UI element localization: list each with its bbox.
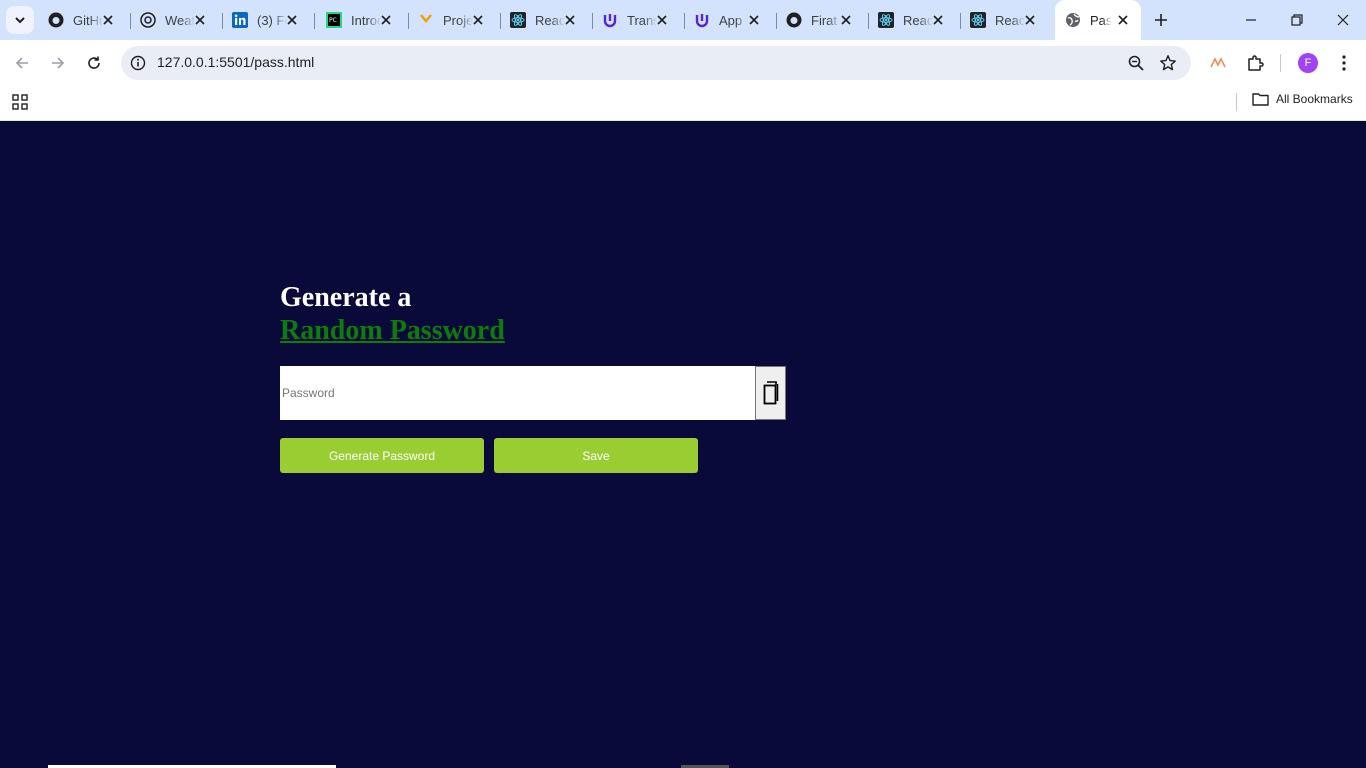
tab-5[interactable]: React [500, 6, 593, 34]
close-icon[interactable] [192, 12, 208, 28]
openai-icon [140, 12, 156, 28]
page-content: Generate a Random Password Generate Pass… [0, 121, 1366, 768]
tab-title: Weather [165, 12, 195, 28]
tab-title: React [903, 12, 933, 28]
minimize-icon [1246, 19, 1256, 21]
close-icon[interactable] [284, 12, 300, 28]
site-info-icon[interactable] [129, 54, 147, 72]
folder-icon [1252, 93, 1269, 106]
extension-icon[interactable] [1207, 52, 1229, 74]
close-icon[interactable] [1022, 12, 1038, 28]
reload-button[interactable] [82, 51, 106, 75]
close-icon[interactable] [838, 12, 854, 28]
apps-grid-icon[interactable] [11, 93, 29, 111]
close-icon[interactable] [746, 12, 762, 28]
tab-1[interactable]: Weather [130, 6, 223, 34]
heading-line-1: Generate a [280, 282, 412, 313]
menu-kebab-icon[interactable] [1333, 52, 1355, 74]
copy-icon [763, 381, 778, 405]
save-button[interactable]: Save [494, 438, 698, 473]
bookmarks-divider [1236, 93, 1237, 111]
page-heading: Generate a Random Password [280, 281, 505, 347]
restore-icon [1291, 14, 1303, 26]
close-icon[interactable] [654, 12, 670, 28]
generate-password-button[interactable]: Generate Password [280, 438, 484, 473]
back-button[interactable] [10, 51, 34, 75]
tab-0[interactable]: GitHub [38, 6, 131, 34]
browser-toolbar: 127.0.0.1:5501/pass.html F [0, 40, 1366, 86]
close-icon[interactable] [562, 12, 578, 28]
copy-button[interactable] [755, 366, 786, 420]
pycharm-icon: PC [326, 12, 342, 28]
arrow-right-icon [52, 57, 65, 69]
all-bookmarks-button[interactable]: All Bookmarks [1252, 92, 1353, 106]
puzzle-icon[interactable] [1244, 52, 1266, 74]
udemy-icon [694, 12, 710, 28]
reload-icon [88, 56, 100, 69]
tab-10[interactable]: React [960, 6, 1052, 34]
globe-icon [1065, 12, 1081, 28]
password-input[interactable] [280, 366, 756, 420]
plus-icon [1155, 14, 1167, 26]
react-icon [970, 12, 986, 28]
react-icon [878, 12, 894, 28]
tab-8[interactable]: Firat [776, 6, 869, 34]
tab-2[interactable]: (3) Feed [222, 6, 315, 34]
tab-title: Password [1090, 12, 1112, 28]
forward-button[interactable] [46, 51, 70, 75]
bookmarks-bar: All Bookmarks [0, 86, 1366, 121]
bookmark-star-icon[interactable] [1159, 54, 1177, 72]
close-icon[interactable] [930, 12, 946, 28]
udemy-icon [602, 12, 618, 28]
tab-title: Firat [811, 12, 837, 28]
close-icon[interactable] [100, 12, 116, 28]
close-icon[interactable] [378, 12, 394, 28]
new-tab-button[interactable] [1151, 10, 1171, 30]
tab-3[interactable]: PC Introduction [316, 6, 409, 34]
close-icon[interactable] [470, 12, 486, 28]
close-icon [1337, 14, 1349, 26]
tab-title: React [535, 12, 565, 28]
tab-title: React [995, 12, 1025, 28]
zoom-icon[interactable] [1127, 54, 1145, 72]
toolbar-divider [1280, 54, 1281, 72]
github-icon [48, 12, 64, 28]
tab-9[interactable]: React [868, 6, 961, 34]
tab-4[interactable]: Projects [408, 6, 501, 34]
react-icon [510, 12, 526, 28]
tab-title: (3) Feed [257, 12, 287, 28]
minimize-button[interactable] [1241, 10, 1261, 30]
tab-strip: GitHub Weather (3) Feed PC Introduction … [0, 0, 1366, 40]
github-icon [786, 12, 802, 28]
chevron-down-icon [15, 17, 25, 24]
linkedin-icon [232, 12, 248, 28]
close-window-button[interactable] [1333, 10, 1353, 30]
restore-button[interactable] [1287, 10, 1307, 30]
tab-title: Transform [627, 12, 657, 28]
tab-title: Projects [443, 12, 473, 28]
profile-avatar[interactable]: F [1298, 53, 1318, 73]
tab-7[interactable]: App [684, 6, 777, 34]
arrow-left-icon [15, 57, 28, 69]
tab-6[interactable]: Transform [592, 6, 685, 34]
url-text[interactable]: 127.0.0.1:5501/pass.html [157, 54, 314, 70]
tab-title: App [719, 12, 743, 28]
tab-11-active[interactable]: Password [1055, 0, 1141, 40]
svg-text:PC: PC [329, 17, 337, 24]
project-icon [418, 12, 434, 28]
tab-search-button[interactable] [6, 6, 34, 34]
close-icon[interactable] [1115, 12, 1131, 28]
heading-line-2: Random Password [280, 315, 505, 346]
all-bookmarks-label: All Bookmarks [1276, 92, 1353, 106]
tab-title: Introduction [351, 12, 381, 28]
tab-title: GitHub [73, 12, 103, 28]
tab-divider [314, 13, 315, 29]
address-bar[interactable]: 127.0.0.1:5501/pass.html [121, 46, 1191, 80]
